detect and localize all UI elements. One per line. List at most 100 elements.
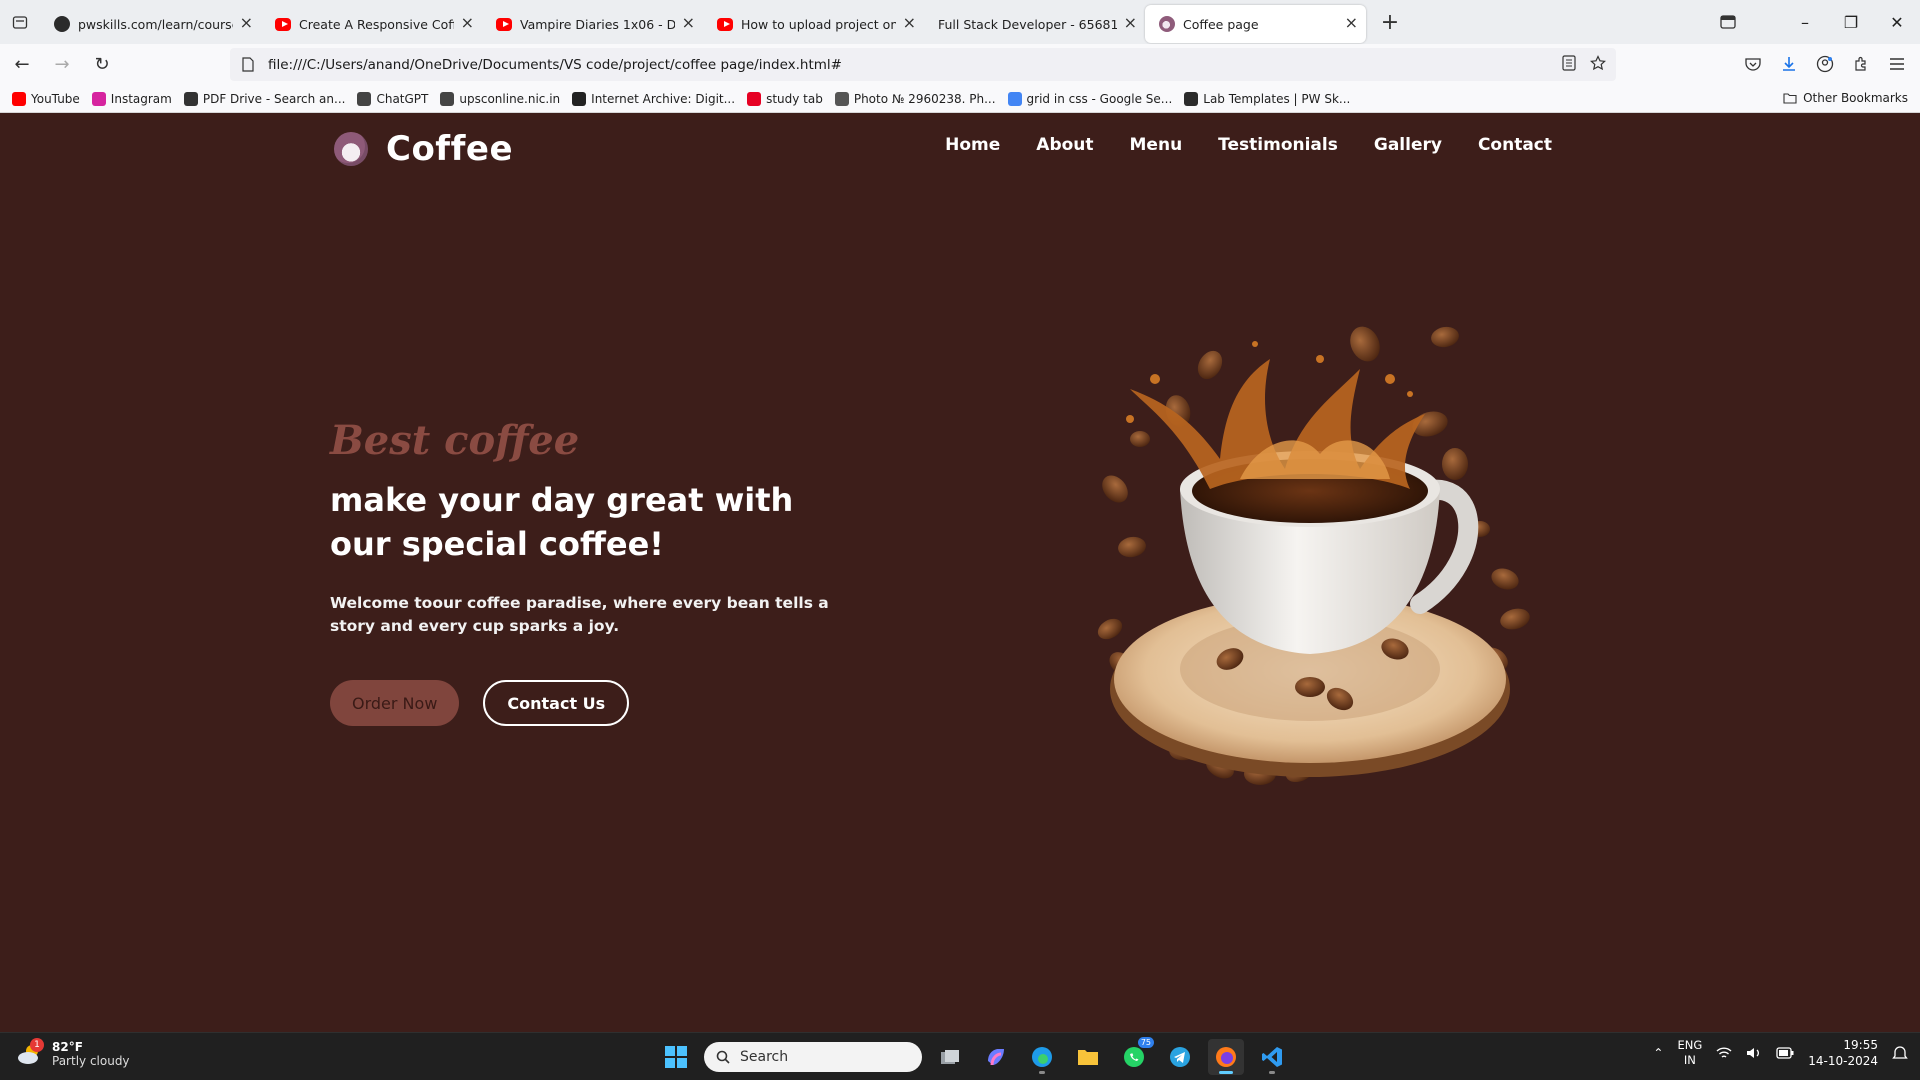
reload-button[interactable]: ↻ (84, 49, 120, 81)
nav-menu[interactable]: Menu (1130, 135, 1183, 155)
youtube-icon (496, 17, 512, 31)
tab-title: How to upload project on githu (741, 16, 896, 32)
coffee-splash-image (1097, 326, 1530, 785)
bookmark-item[interactable]: ChatGPT (357, 91, 428, 106)
window-list-icon (1720, 15, 1736, 29)
close-tab-icon[interactable]: × (1124, 15, 1137, 31)
task-view-button[interactable] (932, 1039, 968, 1075)
coffee-icon (1159, 16, 1175, 32)
tab-title: Vampire Diaries 1x06 - Down ( J (520, 16, 675, 32)
copilot-app[interactable] (978, 1039, 1014, 1075)
browser-tab[interactable]: Coffee page × (1145, 5, 1366, 43)
whatsapp-icon (1124, 1047, 1144, 1067)
whatsapp-app[interactable]: 75 (1116, 1037, 1154, 1075)
menu-hamburger-icon[interactable] (1884, 50, 1910, 78)
account-icon[interactable] (1812, 50, 1838, 78)
other-bookmarks[interactable]: Other Bookmarks (1783, 91, 1908, 105)
volume-icon[interactable] (1746, 1046, 1762, 1060)
nav-testimonials[interactable]: Testimonials (1218, 135, 1338, 155)
bookmark-label: Lab Templates | PW Sk... (1203, 91, 1351, 106)
notifications-icon[interactable] (1892, 1045, 1908, 1061)
close-tab-icon[interactable]: × (903, 15, 916, 31)
tab-title: pwskills.com/learn/course/full- (78, 16, 233, 32)
order-now-button[interactable]: Order Now (330, 680, 460, 726)
firefox-icon (1216, 1047, 1236, 1067)
bookmark-item[interactable]: Photo № 2960238. Ph... (834, 91, 996, 106)
taskbar-search[interactable]: Search (704, 1042, 922, 1072)
url-text[interactable]: file:///C:/Users/anand/OneDrive/Document… (268, 57, 842, 73)
firefox-view-button[interactable] (1716, 10, 1740, 34)
wifi-icon[interactable] (1716, 1046, 1732, 1060)
pw-icon (54, 16, 70, 32)
folder-icon (1783, 93, 1797, 104)
close-tab-icon[interactable]: × (682, 15, 695, 31)
system-clock[interactable]: 19:55 14-10-2024 (1808, 1037, 1878, 1069)
browser-tab[interactable]: pwskills.com/learn/course/full- × (40, 5, 261, 43)
search-placeholder: Search (740, 1049, 789, 1065)
chatgpt-icon (357, 91, 372, 106)
close-tab-icon[interactable]: × (240, 15, 253, 31)
start-button[interactable] (658, 1039, 694, 1075)
globe-icon (440, 91, 455, 106)
vscode-icon (1262, 1047, 1282, 1067)
site-logo[interactable]: Coffee (334, 129, 513, 169)
browser-tab[interactable]: How to upload project on githu × (703, 5, 924, 43)
windows-logo-icon (665, 1046, 687, 1068)
bookmark-star-icon[interactable] (1590, 55, 1606, 71)
close-tab-icon[interactable]: × (1345, 15, 1358, 31)
weather-temp: 82°F (52, 1040, 83, 1054)
battery-icon[interactable] (1776, 1047, 1794, 1059)
youtube-icon (717, 17, 733, 31)
bookmark-item[interactable]: Instagram (91, 91, 172, 106)
minimize-button[interactable]: – (1782, 0, 1828, 44)
file-icon (242, 57, 254, 72)
bookmark-item[interactable]: Lab Templates | PW Sk... (1184, 91, 1351, 106)
nav-home[interactable]: Home (945, 135, 1000, 155)
other-bookmarks-label: Other Bookmarks (1803, 91, 1908, 105)
address-bar[interactable]: file:///C:/Users/anand/OneDrive/Document… (230, 48, 1616, 81)
contact-us-button[interactable]: Contact Us (483, 680, 630, 726)
back-button[interactable]: ← (4, 49, 40, 81)
downloads-icon[interactable] (1776, 50, 1802, 78)
youtube-icon (275, 17, 291, 31)
pw-icon (1184, 91, 1199, 106)
tab-list-icon (12, 16, 28, 29)
restore-button[interactable]: ❐ (1828, 0, 1874, 44)
forward-button[interactable]: → (44, 49, 80, 81)
bookmark-label: PDF Drive - Search an... (202, 91, 346, 106)
pocket-icon[interactable] (1740, 50, 1766, 78)
edge-app[interactable] (1024, 1039, 1060, 1075)
firefox-app[interactable] (1208, 1039, 1244, 1075)
weather-condition: Partly cloudy (52, 1054, 130, 1068)
bookmark-label: Instagram (110, 91, 172, 106)
language-indicator[interactable]: ENG IN (1677, 1038, 1702, 1068)
file-explorer-app[interactable] (1070, 1039, 1106, 1075)
nav-about[interactable]: About (1036, 135, 1093, 155)
show-hidden-icons-chevron-icon[interactable]: ⌃ (1653, 1046, 1663, 1060)
vscode-app[interactable] (1254, 1039, 1290, 1075)
instagram-icon (91, 91, 106, 106)
new-tab-button[interactable]: + (1374, 10, 1406, 35)
weather-widget[interactable]: 1 82°F Partly cloudy (16, 1038, 130, 1068)
bookmark-item[interactable]: PDF Drive - Search an... (183, 91, 346, 106)
hero-eyebrow: Best coffee (330, 417, 580, 464)
close-window-button[interactable]: ✕ (1874, 0, 1920, 44)
extensions-icon[interactable] (1848, 50, 1874, 78)
browser-tab[interactable]: Full Stack Developer - 6568179250c2 × (924, 5, 1145, 43)
close-tab-icon[interactable]: × (461, 15, 474, 31)
google-icon (1007, 91, 1022, 106)
bookmark-item[interactable]: upsconline.nic.in (440, 91, 560, 106)
telegram-app[interactable] (1162, 1039, 1198, 1075)
nav-contact[interactable]: Contact (1478, 135, 1552, 155)
browser-tab[interactable]: Vampire Diaries 1x06 - Down ( J × (482, 5, 703, 43)
nav-gallery[interactable]: Gallery (1374, 135, 1442, 155)
reload-icon: ↻ (94, 54, 110, 75)
site-nav: Home About Menu Testimonials Gallery Con… (945, 135, 1552, 155)
bookmark-item[interactable]: study tab (747, 91, 823, 106)
browser-tab[interactable]: Create A Responsive Coffee × (261, 5, 482, 43)
bookmark-item[interactable]: Internet Archive: Digit... (572, 91, 735, 106)
tab-list-button[interactable] (0, 0, 40, 44)
reader-view-icon[interactable] (1562, 55, 1576, 71)
bookmark-item[interactable]: grid in css - Google Se... (1007, 91, 1172, 106)
bookmark-item[interactable]: YouTube (12, 91, 80, 106)
